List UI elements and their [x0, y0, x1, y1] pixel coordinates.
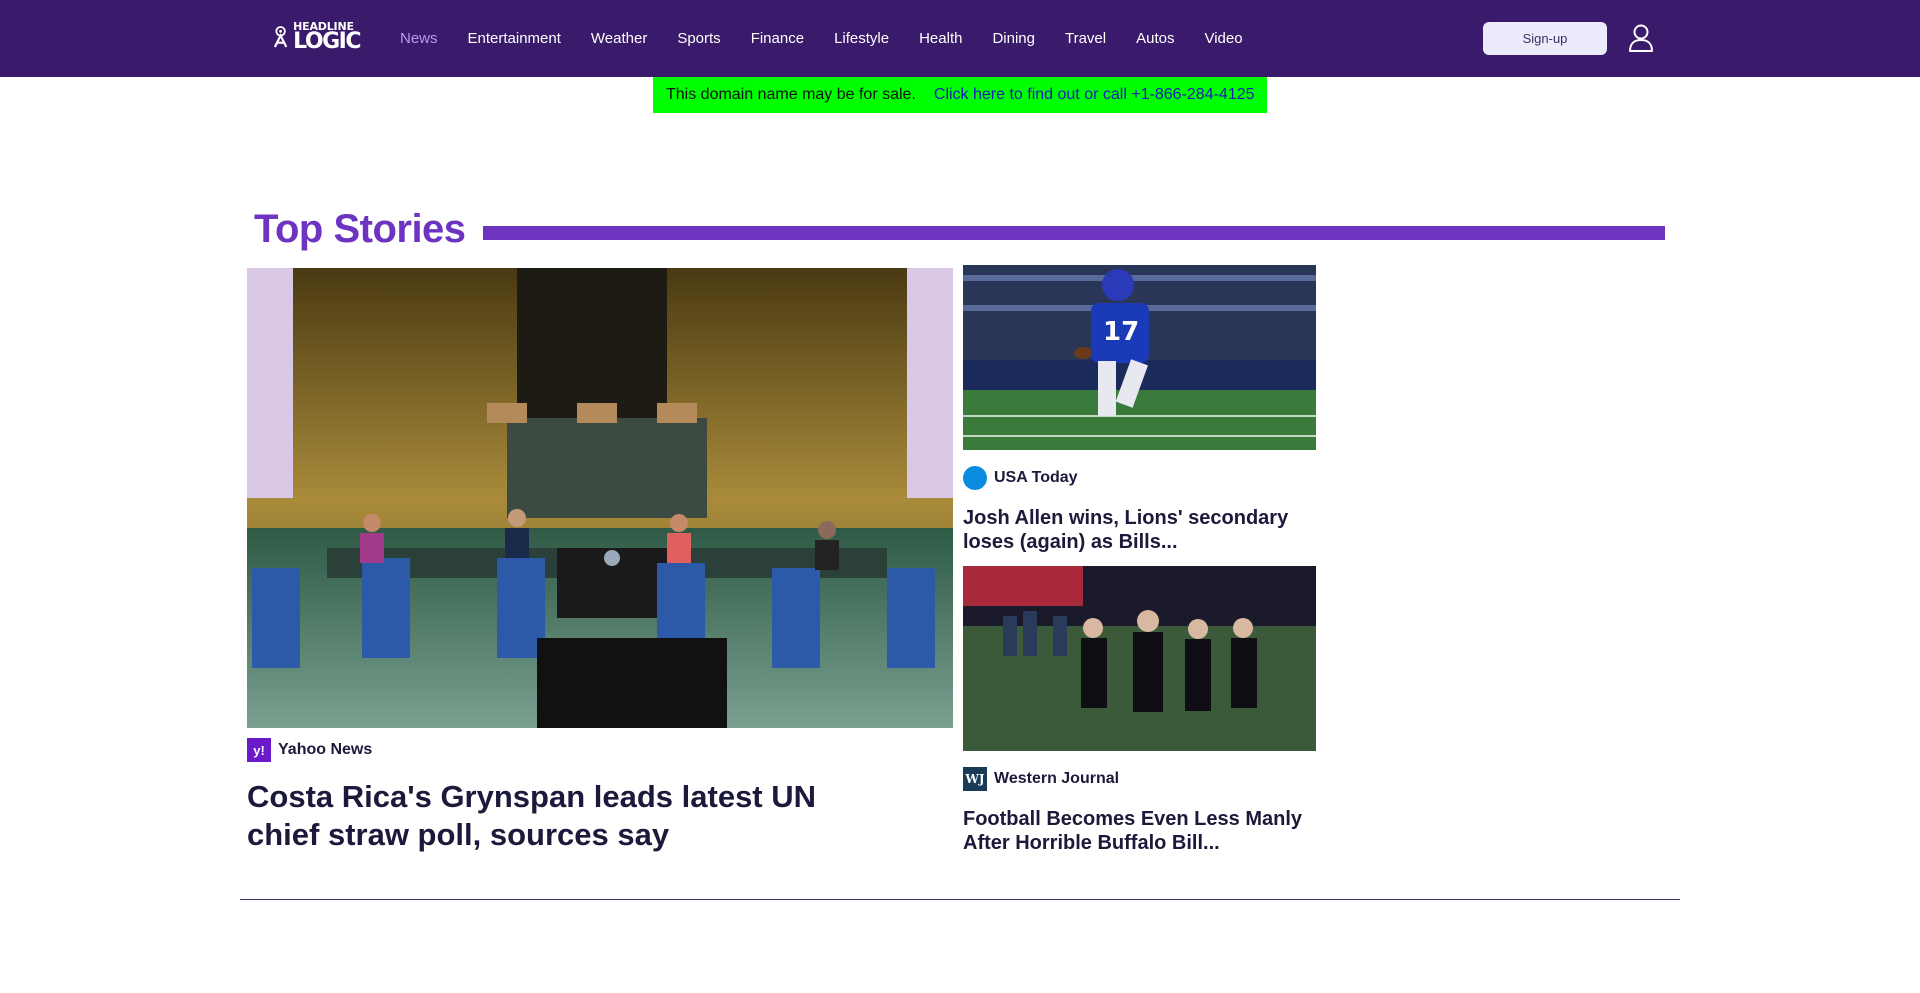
- side-story-2-image[interactable]: [963, 566, 1316, 751]
- football-player-photo: 17: [963, 265, 1316, 450]
- side-story-2-headline[interactable]: Football Becomes Even Less Manly After H…: [963, 807, 1303, 855]
- main-story-source[interactable]: y! Yahoo News: [247, 738, 372, 762]
- nav-item-dining[interactable]: Dining: [992, 30, 1035, 47]
- side-story-1-source-name: USA Today: [994, 469, 1078, 486]
- singers-on-field-photo: [963, 566, 1316, 751]
- main-story-headline[interactable]: Costa Rica's Grynspan leads latest UN ch…: [247, 778, 867, 854]
- user-icon[interactable]: [1628, 24, 1654, 52]
- western-journal-logo-icon: WJ: [963, 767, 987, 791]
- logo-bottom-text: LOGIC: [293, 29, 361, 54]
- side-story-1-headline[interactable]: Josh Allen wins, Lions' secondary loses …: [963, 506, 1303, 554]
- side-story-1-image[interactable]: 17: [963, 265, 1316, 450]
- un-assembly-photo: [247, 268, 953, 728]
- section-title: Top Stories: [254, 207, 466, 251]
- site-logo[interactable]: HEADLINE LOGIC: [272, 20, 361, 54]
- nav-item-lifestyle[interactable]: Lifestyle: [834, 30, 889, 47]
- logo-wordmark: HEADLINE LOGIC: [293, 21, 361, 54]
- domain-sale-banner: This domain name may be for sale. Click …: [653, 77, 1267, 113]
- side-story-2-source-name: Western Journal: [994, 770, 1120, 787]
- signup-button[interactable]: Sign-up: [1483, 22, 1607, 55]
- nav-item-autos[interactable]: Autos: [1136, 30, 1174, 47]
- nav-item-sports[interactable]: Sports: [677, 30, 720, 47]
- nav-item-travel[interactable]: Travel: [1065, 30, 1106, 47]
- nav-item-health[interactable]: Health: [919, 30, 962, 47]
- main-story-source-name: Yahoo News: [278, 741, 373, 758]
- site-header: HEADLINE LOGIC News Entertainment Weathe…: [0, 0, 1920, 77]
- main-story-image[interactable]: [247, 268, 953, 728]
- logo-mark-icon: [273, 26, 288, 48]
- nav-item-video[interactable]: Video: [1204, 30, 1242, 47]
- usa-today-logo-icon: [963, 466, 987, 490]
- nav-item-weather[interactable]: Weather: [591, 30, 647, 47]
- section-title-bar: [483, 226, 1665, 240]
- side-story-2-source[interactable]: WJ Western Journal: [963, 767, 1119, 791]
- yahoo-logo-icon: y!: [247, 738, 271, 762]
- main-nav: News Entertainment Weather Sports Financ…: [400, 0, 1273, 77]
- nav-item-news[interactable]: News: [400, 30, 438, 47]
- nav-item-entertainment[interactable]: Entertainment: [468, 30, 561, 47]
- sale-banner-text: This domain name may be for sale.: [666, 86, 916, 103]
- nav-item-finance[interactable]: Finance: [751, 30, 804, 47]
- side-story-1-source[interactable]: USA Today: [963, 466, 1078, 490]
- sale-banner-link[interactable]: Click here to find out or call +1-866-28…: [934, 86, 1255, 104]
- section-divider: [240, 899, 1680, 900]
- svg-text:17: 17: [1103, 317, 1139, 347]
